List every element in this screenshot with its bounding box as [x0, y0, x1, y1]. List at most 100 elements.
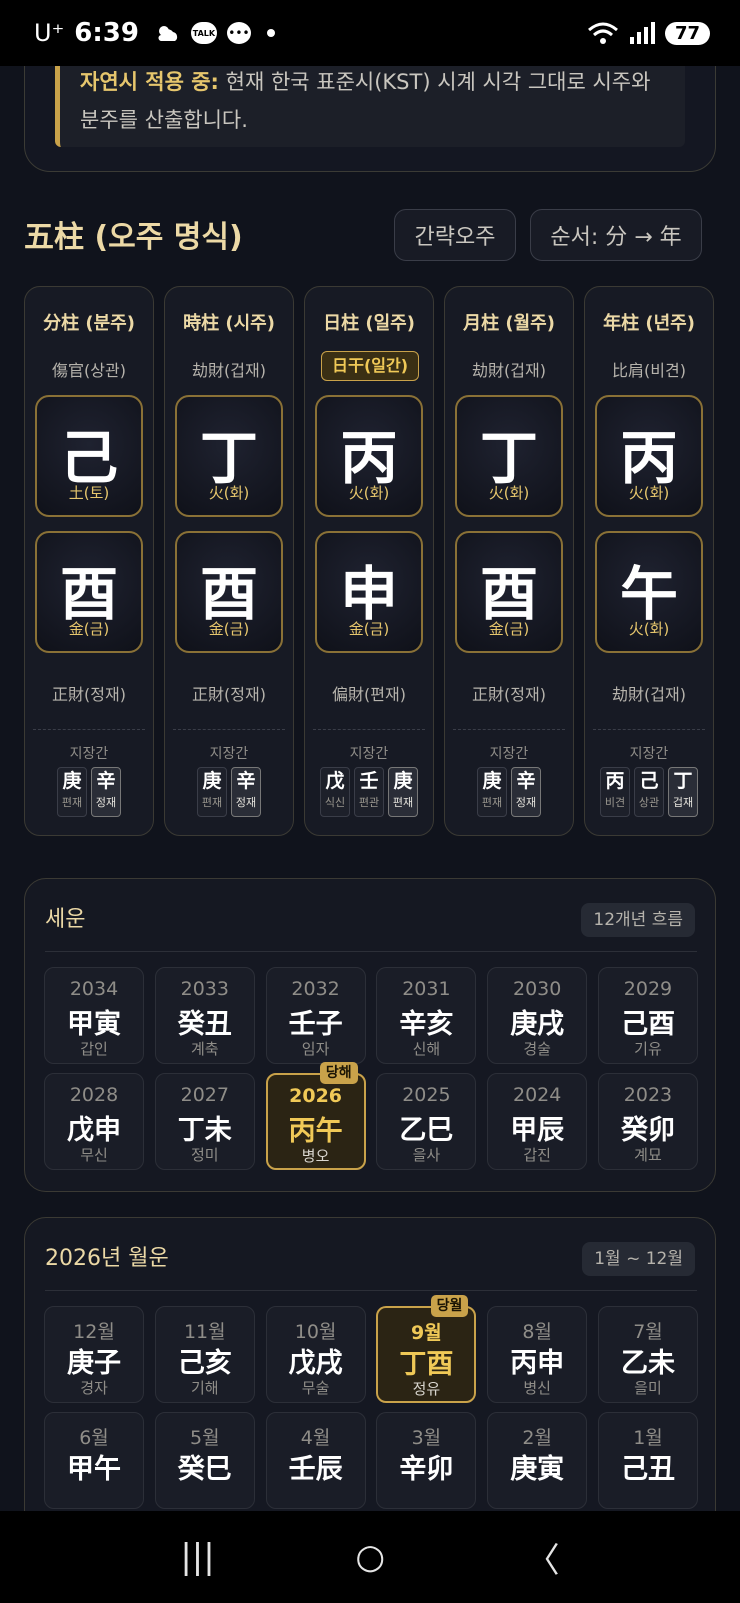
- jj-stem: 己: [639, 770, 659, 792]
- seun-cell[interactable]: 2029 己酉 기유: [597, 967, 698, 1064]
- wolun-cell[interactable]: 4월 壬辰: [265, 1412, 366, 1509]
- jijanggan-chip: 庚 편재: [57, 767, 87, 817]
- wolun-cell[interactable]: 12월 庚子 경자: [44, 1306, 144, 1403]
- jj-stem: 辛: [516, 770, 536, 792]
- jijanggan-label: 지장간: [629, 746, 669, 762]
- stem-element: 火(화): [208, 484, 250, 502]
- cell-ganji: 己丑: [620, 1454, 675, 1485]
- cell-ganji: 乙巳: [399, 1115, 454, 1146]
- current-tag: 당월: [430, 1295, 469, 1317]
- wolun-cell[interactable]: 2월 庚寅: [487, 1412, 588, 1509]
- jj-god: 편관: [358, 796, 380, 809]
- recent-apps-icon[interactable]: |||: [180, 1537, 214, 1577]
- seun-cell[interactable]: 2026 丙午 병오 당해: [265, 1062, 366, 1170]
- heavenly-stem: 丁 火(화): [175, 395, 283, 517]
- pillar-title: 分柱 (분주): [43, 313, 135, 334]
- cell-ganji: 丁未: [177, 1115, 232, 1146]
- wolun-cell[interactable]: 9월 丁酉 정유 당월: [376, 1295, 477, 1403]
- stem-element: 火(화): [628, 484, 670, 502]
- jijanggan-chip: 辛 정재: [511, 767, 541, 817]
- pillars-grid: 分柱 (분주) 傷官(상관) 己 土(토) 酉 金(금) 正財(정재) 지장간 …: [24, 286, 716, 836]
- earthly-branch: 申 金(금): [315, 531, 423, 653]
- pillar-year[interactable]: 年柱 (년주) 比肩(비견) 丙 火(화) 午 火(화) 劫財(겁재) 지장간 …: [584, 286, 714, 836]
- pillar-hour[interactable]: 時柱 (시주) 劫財(겁재) 丁 火(화) 酉 金(금) 正財(정재) 지장간 …: [164, 286, 294, 836]
- cell-period: 2029: [623, 978, 673, 1000]
- jijanggan-chip: 辛 정재: [91, 767, 121, 817]
- divider: [45, 951, 697, 952]
- heavenly-stem: 丁 火(화): [455, 395, 563, 517]
- seun-cell[interactable]: 2027 丁未 정미: [154, 1073, 255, 1170]
- jijanggan-row: 庚 편재 辛 정재: [165, 767, 293, 817]
- seun-cell[interactable]: 2024 甲辰 갑진: [487, 1073, 588, 1170]
- jijanggan-chip: 庚 편재: [388, 767, 418, 817]
- cell-ganji: 庚寅: [510, 1454, 565, 1485]
- section-title: 五柱 (오주 명식): [24, 220, 243, 255]
- seun-cell[interactable]: 2025 乙巳 을사: [376, 1073, 477, 1170]
- cell-ganji: 己亥: [177, 1348, 232, 1379]
- cell-period: 7월: [633, 1321, 663, 1343]
- jijanggan-chip: 己 상관: [634, 767, 664, 817]
- cell-reading: 을미: [634, 1379, 662, 1397]
- simple-pillar-button[interactable]: 간략오주: [394, 209, 516, 261]
- wolun-cell[interactable]: 1월 己丑: [597, 1412, 698, 1509]
- cell-period: 12월: [73, 1321, 115, 1343]
- wolun-badge: 1월 ~ 12월: [582, 1242, 695, 1276]
- seun-badge: 12개년 흐름: [581, 903, 695, 937]
- seun-cell[interactable]: 2023 癸卯 계묘: [597, 1073, 698, 1170]
- jj-god: 겁재: [672, 796, 694, 809]
- branch-element: 金(금): [208, 620, 250, 638]
- wolun-cell[interactable]: 11월 己亥 기해: [154, 1306, 255, 1403]
- jijanggan-label: 지장간: [69, 746, 109, 762]
- jj-god: 편재: [201, 796, 223, 809]
- cell-ganji: 甲寅: [67, 1009, 121, 1040]
- cell-ganji: 辛亥: [399, 1009, 454, 1040]
- cell-period: 9월: [411, 1322, 442, 1344]
- wolun-cell[interactable]: 7월 乙未 을미: [597, 1306, 698, 1403]
- wolun-cell[interactable]: 5월 癸巳: [154, 1412, 255, 1509]
- pillar-day[interactable]: 日柱 (일주) 日干(일간) 丙 火(화) 申 金(금) 偏財(편재) 지장간 …: [304, 286, 434, 836]
- signal-icon: [629, 22, 655, 44]
- seun-cell[interactable]: 2031 辛亥 신해: [376, 967, 477, 1064]
- order-toggle-button[interactable]: 순서: 分 → 年: [530, 209, 702, 261]
- jj-stem: 庚: [202, 770, 222, 792]
- stem-element: 火(화): [488, 484, 530, 502]
- cell-reading: 경자: [80, 1379, 108, 1397]
- jijanggan-chip: 丁 겁재: [668, 767, 698, 817]
- pillar-month[interactable]: 月柱 (월주) 劫財(겁재) 丁 火(화) 酉 金(금) 正財(정재) 지장간 …: [444, 286, 574, 836]
- branch-ten-god: 偏財(편재): [332, 685, 406, 704]
- jijanggan-row: 丙 비견 己 상관 丁 겁재: [585, 767, 713, 817]
- earthly-branch: 酉 金(금): [175, 531, 283, 653]
- cell-ganji: 壬子: [288, 1009, 343, 1040]
- cell-period: 5월: [190, 1427, 220, 1449]
- pillar-minute[interactable]: 分柱 (분주) 傷官(상관) 己 土(토) 酉 金(금) 正財(정재) 지장간 …: [24, 286, 154, 836]
- cell-period: 2024: [513, 1084, 562, 1106]
- cell-reading: 기유: [634, 1040, 662, 1058]
- jijanggan-row: 庚 편재 辛 정재: [25, 767, 153, 817]
- cell-ganji: 甲午: [67, 1454, 121, 1485]
- home-icon[interactable]: ○: [355, 1537, 385, 1577]
- cell-reading: 병오: [301, 1147, 330, 1165]
- pillar-title: 時柱 (시주): [183, 313, 275, 334]
- seun-cell[interactable]: 2028 戊申 무신: [44, 1073, 144, 1170]
- back-icon[interactable]: 〈: [526, 1533, 560, 1582]
- seun-cell[interactable]: 2034 甲寅 갑인: [44, 967, 144, 1064]
- earthly-branch: 午 火(화): [595, 531, 703, 653]
- seun-cell[interactable]: 2032 壬子 임자: [265, 967, 366, 1064]
- seun-cell[interactable]: 2030 庚戌 경술: [487, 967, 588, 1064]
- wolun-cell[interactable]: 10월 戊戌 무술: [265, 1306, 366, 1403]
- wolun-title: 2026년 월운: [45, 1246, 169, 1271]
- main-content: 자연시 적용 중: 현재 한국 표준시(KST) 시계 시각 그대로 시주와 분…: [0, 66, 740, 1511]
- wolun-cell[interactable]: 8월 丙申 병신: [487, 1306, 588, 1403]
- cell-reading: 병신: [523, 1379, 551, 1397]
- cell-ganji: 戊戌: [288, 1348, 343, 1379]
- cell-period: 2031: [402, 978, 451, 1000]
- wolun-cell[interactable]: 3월 辛卯: [376, 1412, 477, 1509]
- cell-period: 6월: [79, 1427, 109, 1449]
- pillar-ten-god: 傷官(상관): [52, 361, 126, 380]
- cell-ganji: 甲辰: [510, 1115, 565, 1146]
- cell-ganji: 辛卯: [399, 1454, 454, 1485]
- seun-cell[interactable]: 2033 癸丑 계축: [154, 967, 255, 1064]
- pillar-ten-god: 比肩(비견): [612, 361, 686, 380]
- wolun-cell[interactable]: 6월 甲午: [44, 1412, 144, 1509]
- heavenly-stem: 己 土(토): [35, 395, 143, 517]
